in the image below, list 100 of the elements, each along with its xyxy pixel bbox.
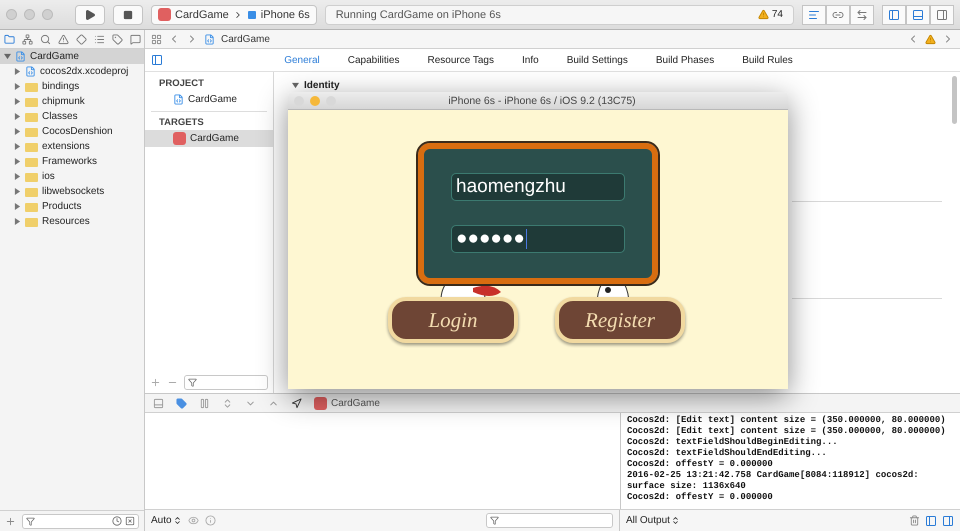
scope-selector[interactable]: Auto: [151, 515, 182, 526]
stop-button[interactable]: [113, 4, 143, 24]
username-field[interactable]: haomengzhu: [451, 173, 625, 201]
project-list-item[interactable]: CardGame: [145, 91, 273, 108]
editor-tab[interactable]: Build Settings: [566, 54, 628, 66]
search-icon[interactable]: [40, 34, 50, 44]
console-line: Cocos2d: textFieldShouldBeginEditing...: [627, 437, 839, 448]
editor-tab[interactable]: Info: [522, 54, 539, 66]
folder-icon[interactable]: [4, 34, 14, 44]
editor-tab[interactable]: Resource Tags: [427, 54, 494, 66]
location-icon[interactable]: [291, 398, 302, 408]
collapsed-triangle-icon[interactable]: [14, 158, 21, 165]
collapsed-triangle-icon[interactable]: [14, 188, 21, 195]
project-file-icon: [25, 66, 36, 77]
x-square-icon[interactable]: [125, 516, 135, 526]
app-icon: [158, 8, 171, 21]
version-editor-button[interactable]: [850, 4, 874, 24]
up-down-icon: [172, 516, 182, 525]
status-text: Running CardGame on iPhone 6s: [336, 8, 502, 20]
folder-icon: [25, 156, 38, 166]
run-button[interactable]: [75, 4, 105, 24]
debug-area-toggle-button[interactable]: [906, 4, 930, 24]
tree-item[interactable]: Products: [0, 199, 144, 214]
variables-toggle-icon[interactable]: [925, 514, 937, 526]
tree-item[interactable]: ios: [0, 169, 144, 184]
collapsed-triangle-icon[interactable]: [14, 173, 21, 180]
tree-item[interactable]: libwebsockets: [0, 184, 144, 199]
output-selector[interactable]: All Output: [626, 515, 680, 526]
sidebar-toggle-icon[interactable]: [151, 54, 163, 66]
project-file-icon: [15, 51, 26, 62]
bone-button[interactable]: Register: [555, 297, 685, 343]
console-line: 2016-02-25 13:21:42.758 CardGame[8084:118912] cocos2d: surface size: 1136x640: [627, 470, 920, 492]
filter-field[interactable]: [22, 514, 139, 528]
bone-button[interactable]: Login: [388, 297, 518, 343]
editor-tab[interactable]: Build Phases: [656, 54, 714, 66]
pause-icon[interactable]: [199, 398, 210, 408]
section-header: PROJECT: [158, 77, 205, 91]
hierarchy-icon[interactable]: [22, 34, 32, 44]
trash-icon[interactable]: [909, 515, 920, 526]
filter-field[interactable]: [184, 374, 268, 390]
tree-item[interactable]: Frameworks: [0, 154, 144, 169]
tree-item[interactable]: Classes: [0, 109, 144, 124]
clock-icon[interactable]: [112, 516, 122, 526]
inspector-toggle-button[interactable]: [930, 4, 954, 24]
filter-field[interactable]: [486, 513, 613, 528]
editor-tab[interactable]: General: [284, 54, 320, 66]
warning-icon[interactable]: [925, 34, 936, 44]
editor-tab[interactable]: Build Rules: [742, 54, 793, 66]
console-line: Cocos2d: offestY = 0.000000: [627, 459, 774, 470]
info-icon[interactable]: [204, 515, 216, 526]
identity-section-header[interactable]: Identity: [292, 80, 942, 91]
collapsed-triangle-icon[interactable]: [14, 143, 21, 150]
scheme-selector[interactable]: CardGame iPhone 6s: [151, 4, 317, 24]
folder-icon: [25, 186, 38, 196]
tree-item[interactable]: CocosDenshion: [0, 124, 144, 139]
console-toggle-icon[interactable]: [153, 398, 164, 408]
warning-count[interactable]: 74: [758, 9, 783, 20]
collapsed-triangle-icon[interactable]: [14, 98, 21, 105]
filter-icon: [188, 378, 197, 386]
collapsed-triangle-icon[interactable]: [14, 128, 21, 135]
tag-icon[interactable]: [112, 34, 122, 44]
warning-icon[interactable]: [58, 34, 68, 44]
collapsed-triangle-icon[interactable]: [14, 203, 21, 210]
diamond-icon[interactable]: [76, 34, 86, 44]
project-list-item[interactable]: CardGame: [145, 130, 273, 147]
editor-tab[interactable]: Capabilities: [348, 54, 400, 66]
add-icon[interactable]: [150, 376, 161, 388]
assistant-editor-button[interactable]: [826, 4, 850, 24]
bottom-panel-icon: [912, 8, 924, 20]
speech-bubble-icon[interactable]: [130, 34, 140, 44]
grid-icon[interactable]: [151, 34, 162, 44]
collapsed-triangle-icon[interactable]: [14, 68, 21, 75]
password-field[interactable]: ●●●●●●: [451, 225, 625, 253]
folder-icon: [25, 96, 38, 106]
add-icon[interactable]: [5, 516, 16, 526]
filter-icon: [490, 516, 499, 525]
console-line: Cocos2d: textFieldShouldEndEditing...: [627, 448, 828, 459]
breakpoint-icon[interactable]: [176, 398, 187, 408]
folder-icon: [25, 82, 38, 92]
eye-icon[interactable]: [188, 515, 199, 526]
right-panel-icon: [936, 8, 948, 20]
device-icon: [246, 10, 257, 20]
tree-item[interactable]: extensions: [0, 139, 144, 154]
collapsed-triangle-icon[interactable]: [14, 218, 21, 225]
collapsed-triangle-icon[interactable]: [14, 83, 21, 90]
folder-icon: [25, 126, 38, 136]
debug-target-label[interactable]: CardGame: [331, 398, 380, 408]
tree-item[interactable]: cocos2dx.xcodeproj: [0, 64, 144, 79]
folder-icon: [25, 216, 38, 226]
collapsed-triangle-icon[interactable]: [14, 113, 21, 120]
standard-editor-button[interactable]: [802, 4, 826, 24]
scrollbar-thumb[interactable]: [952, 76, 957, 124]
tree-item[interactable]: Resources: [0, 214, 144, 229]
tree-item[interactable]: chipmunk: [0, 94, 144, 109]
expanded-triangle-icon[interactable]: [4, 53, 11, 60]
tree-item[interactable]: bindings: [0, 79, 144, 94]
tree-item[interactable]: CardGame: [0, 49, 144, 64]
navigator-toggle-button[interactable]: [882, 4, 906, 24]
console-toggle-icon[interactable]: [942, 514, 954, 526]
expanded-triangle-icon[interactable]: [292, 82, 299, 89]
